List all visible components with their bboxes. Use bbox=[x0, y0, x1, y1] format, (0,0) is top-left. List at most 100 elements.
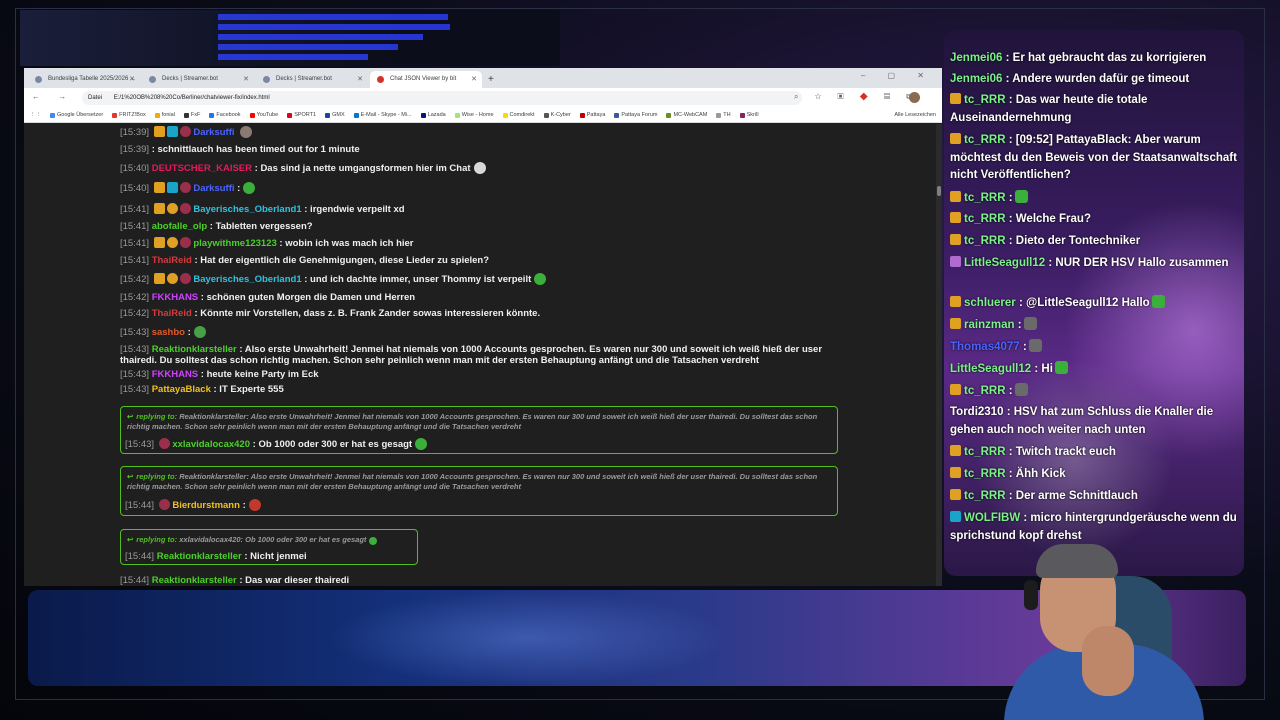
bookmark-item[interactable]: Google Übersetzer bbox=[50, 112, 103, 118]
bookmark-item[interactable]: FRITZ!Box bbox=[112, 112, 146, 118]
username[interactable]: Reaktionklarsteller bbox=[152, 344, 237, 355]
new-tab-button[interactable]: + bbox=[488, 71, 494, 88]
user-badge-icon bbox=[166, 203, 178, 214]
emote-icon bbox=[1014, 383, 1028, 396]
emote-icon bbox=[1014, 190, 1028, 203]
username[interactable]: Reaktionklarsteller bbox=[157, 551, 242, 562]
timestamp: [15:42] bbox=[120, 292, 150, 303]
scrollbar[interactable] bbox=[936, 124, 942, 586]
username: tc_RRR bbox=[964, 490, 1006, 502]
username[interactable]: ThaiReid bbox=[152, 255, 192, 266]
bookmark-item[interactable]: K-Cyber bbox=[543, 112, 571, 118]
username[interactable]: ThaiReid bbox=[152, 308, 192, 319]
profile-avatar[interactable] bbox=[909, 92, 920, 103]
username[interactable]: abofalle_olp bbox=[152, 221, 207, 232]
browser-tab[interactable]: Decks | Streamer.bot ✕ bbox=[142, 71, 254, 88]
username[interactable]: DEUTSCHER_KAISER bbox=[152, 163, 252, 174]
user-badge-icon bbox=[166, 237, 178, 248]
bookmark-item[interactable]: Skrill bbox=[739, 112, 759, 118]
overlay-chat-message: Jenmei06 : Andere wurden dafür ge timeou… bbox=[950, 71, 1240, 89]
bookmark-item[interactable]: Wise - Home bbox=[454, 112, 494, 118]
chat-message: [15:41] ThaiReid : Hat der eigentlich di… bbox=[120, 255, 489, 266]
bookmark-favicon-icon bbox=[50, 112, 55, 118]
close-icon[interactable]: ✕ bbox=[357, 71, 363, 88]
reply-body: [15:44] Reaktionklarsteller : Nicht jenm… bbox=[125, 551, 307, 562]
overlay-chat-message: tc_RRR : [09:52] PattayaBlack: Aber waru… bbox=[950, 132, 1240, 185]
user-badge-icon bbox=[179, 126, 191, 137]
bookmark-label: fonial bbox=[161, 112, 175, 118]
bookmark-label: SPORT1 bbox=[294, 112, 317, 118]
user-badge-icon bbox=[950, 318, 961, 329]
bookmark-favicon-icon bbox=[543, 112, 549, 118]
all-bookmarks[interactable]: Alle Lesezeichen bbox=[894, 112, 936, 118]
username: tc_RRR bbox=[964, 94, 1006, 106]
url-input[interactable]: Datei E:/1%20OB%208%20Co/Berliner/chatvi… bbox=[82, 91, 802, 105]
message-text: : schnittlauch has been timed out for 1 … bbox=[151, 144, 360, 155]
browser-tab[interactable]: Bundesliga Tabelle 2025/2026 ... ✕ bbox=[28, 71, 140, 88]
bookmark-label: Wise - Home bbox=[461, 112, 494, 118]
timestamp: [15:43] bbox=[125, 439, 155, 450]
bookmark-favicon-icon bbox=[209, 112, 215, 118]
user-badge-icon bbox=[950, 511, 961, 522]
bookmark-item[interactable]: Lazada bbox=[420, 112, 446, 118]
bookmark-item[interactable]: E-Mail - Skype - Mi... bbox=[353, 112, 412, 118]
username[interactable]: Bierdurstmann bbox=[172, 500, 240, 511]
browser-tab[interactable]: Decks | Streamer.bot ✕ bbox=[256, 71, 368, 88]
scrollbar-thumb[interactable] bbox=[937, 186, 941, 196]
bookmark-item[interactable]: GMX bbox=[325, 112, 345, 118]
emote-icon bbox=[243, 182, 256, 194]
bookmark-item[interactable]: Pattaya Forum bbox=[614, 112, 657, 118]
timestamp: [15:39] bbox=[120, 144, 150, 155]
username: tc_RRR bbox=[964, 235, 1006, 247]
message-text: : @LittleSeagull12 Hallo bbox=[1018, 297, 1150, 309]
username[interactable]: Bayerisches_Oberland1 bbox=[193, 274, 301, 285]
message-text: : Dieto der Tontechniker bbox=[1008, 235, 1141, 247]
username[interactable]: sashbo bbox=[152, 327, 185, 338]
bookmark-favicon-icon bbox=[287, 112, 293, 118]
emote-icon bbox=[473, 162, 486, 174]
address-bar: ← → ↻ Datei E:/1%20OB%208%20Co/Berliner/… bbox=[24, 88, 942, 108]
bookmark-item[interactable]: YouTube bbox=[249, 112, 279, 118]
window-controls[interactable]: – ▢ ✕ bbox=[861, 71, 934, 80]
reply-arrow-icon: ↩ bbox=[127, 472, 134, 481]
user-badge-icon bbox=[950, 296, 961, 307]
toolbar-icons[interactable]: ⌕ ☆ ▣ ◆ ▤ ⧉ bbox=[794, 92, 919, 102]
user-badge-icon bbox=[179, 273, 191, 284]
close-icon[interactable]: ✕ bbox=[129, 71, 135, 88]
apps-icon[interactable]: ⋮⋮ bbox=[30, 112, 41, 118]
browser-tab-active[interactable]: Chat JSON Viewer by bit ✕ bbox=[370, 71, 482, 88]
bookmark-item[interactable]: fonial bbox=[154, 112, 175, 118]
bookmark-item[interactable]: FxF bbox=[183, 112, 200, 118]
bookmark-label: YouTube bbox=[256, 112, 279, 118]
username[interactable]: playwithme123123 bbox=[193, 238, 276, 249]
browser-window: Bundesliga Tabelle 2025/2026 ... ✕ Decks … bbox=[24, 68, 942, 586]
username[interactable]: Darksuffi bbox=[193, 183, 234, 194]
bookmark-item[interactable]: Facebook bbox=[209, 112, 241, 118]
bookmark-item[interactable]: SPORT1 bbox=[287, 112, 316, 118]
username[interactable]: Reaktionklarsteller bbox=[152, 575, 237, 586]
close-icon[interactable]: ✕ bbox=[243, 71, 249, 88]
username[interactable]: FKKHANS bbox=[152, 292, 198, 303]
extension-icon[interactable]: ◆ bbox=[860, 92, 875, 101]
chat-message: [15:43] sashbo : bbox=[120, 326, 206, 338]
close-icon[interactable]: ✕ bbox=[471, 71, 477, 88]
message-text: : heute keine Party im Eck bbox=[200, 369, 319, 380]
overlay-chat-message: tc_RRR : Das war heute die totale Ausein… bbox=[950, 92, 1240, 127]
username: Jenmei06 bbox=[950, 73, 1003, 85]
username[interactable]: Darksuffi bbox=[193, 127, 234, 138]
username[interactable]: Bayerisches_Oberland1 bbox=[193, 204, 301, 215]
username[interactable]: FKKHANS bbox=[152, 369, 198, 380]
bookmark-item[interactable]: Pattaya bbox=[579, 112, 605, 118]
user-badge-icon bbox=[153, 237, 165, 248]
bookmark-favicon-icon bbox=[249, 112, 255, 118]
bookmark-item[interactable]: MC-WebCAM bbox=[666, 112, 707, 118]
username[interactable]: PattayaBlack bbox=[152, 384, 211, 395]
message-text: : bbox=[1022, 341, 1027, 353]
reply-arrow-icon: ↩ bbox=[127, 412, 134, 421]
bookmark-label: FRITZ!Box bbox=[119, 112, 146, 118]
bookmark-item[interactable]: Comdirekt bbox=[502, 112, 535, 118]
bookmark-label: GMX bbox=[332, 112, 345, 118]
bookmark-item[interactable]: TH bbox=[716, 112, 731, 118]
message-text: : Welche Frau? bbox=[1008, 213, 1091, 225]
username[interactable]: xxlavidalocax420 bbox=[172, 439, 250, 450]
